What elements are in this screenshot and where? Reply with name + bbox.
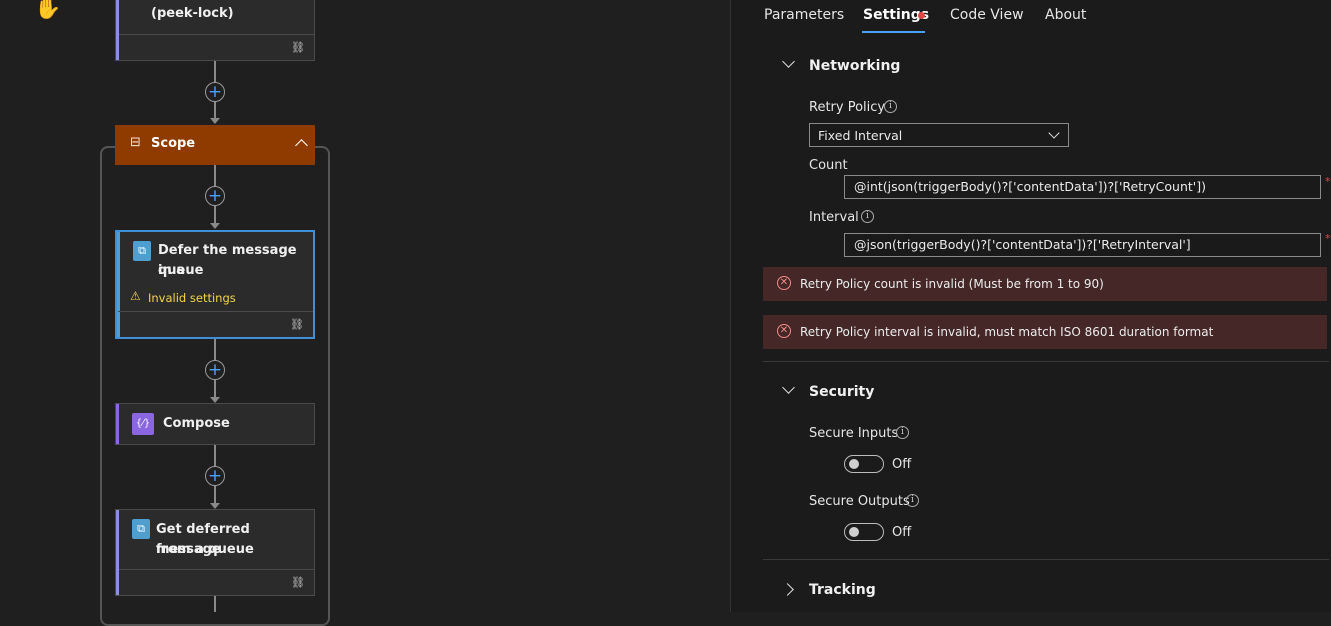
interval-input[interactable]: @json(triggerBody()?['contentData'])?['R… — [844, 233, 1321, 257]
add-step-button[interactable]: + — [205, 186, 225, 206]
interval-required-asterisk: * — [1325, 232, 1331, 245]
count-input[interactable]: @int(json(triggerBody()?['contentData'])… — [844, 175, 1321, 199]
action-card-title-line2: from a queue — [156, 542, 254, 557]
retry-policy-label: Retry Policy — [809, 100, 886, 115]
secure-outputs-state: Off — [892, 525, 912, 540]
service-bus-icon: ⧉ — [132, 519, 150, 539]
secure-inputs-state: Off — [892, 457, 912, 472]
action-card-title: (peek-lock) — [151, 6, 234, 21]
scope-title: Scope — [151, 136, 196, 151]
service-bus-icon: ⧉ — [133, 241, 151, 261]
active-tab-underline — [862, 31, 925, 33]
secure-inputs-toggle[interactable] — [844, 455, 884, 473]
add-step-button[interactable]: + — [205, 466, 225, 486]
collapse-scope-icon[interactable] — [295, 139, 308, 152]
retry-policy-dropdown[interactable]: Fixed Interval — [809, 123, 1069, 147]
error-icon: ✕ — [777, 324, 791, 338]
designer-canvas[interactable]: ✋ (peek-lock) ⛓ + ⊟ Scope + ⧉ Defer the … — [0, 0, 730, 626]
interval-info-icon[interactable]: i — [861, 210, 874, 223]
add-step-button[interactable]: + — [205, 82, 225, 102]
connector-arrow — [210, 118, 220, 124]
security-collapse-chevron-icon[interactable] — [782, 381, 795, 394]
link-icon: ⛓ — [291, 576, 305, 589]
error-message-interval: ✕ Retry Policy interval is invalid, must… — [763, 315, 1327, 349]
hand-cursor-icon: ✋ — [34, 0, 62, 21]
tracking-heading[interactable]: Tracking — [809, 582, 876, 598]
connector-arrow — [210, 223, 220, 229]
error-text: Retry Policy count is invalid (Must be f… — [800, 277, 1104, 291]
networking-heading[interactable]: Networking — [809, 58, 900, 74]
unsaved-indicator-dot — [918, 12, 925, 19]
invalid-settings-text: Invalid settings — [148, 291, 236, 305]
section-divider — [763, 361, 1329, 362]
count-required-asterisk: * — [1325, 175, 1331, 188]
section-divider — [763, 559, 1329, 560]
action-card-get-deferred-message[interactable]: ⧉ Get deferred message from a queue ⛓ — [115, 509, 315, 596]
count-label: Count — [809, 158, 848, 173]
tab-about[interactable]: About — [1045, 7, 1086, 23]
scope-icon: ⊟ — [130, 135, 141, 150]
action-card-footer: ⛓ — [118, 311, 313, 337]
chevron-down-icon — [1048, 127, 1060, 139]
action-card-footer: ⛓ — [119, 34, 314, 60]
error-icon: ✕ — [777, 276, 791, 290]
tab-code-view[interactable]: Code View — [950, 7, 1024, 23]
settings-panel: Parameters Settings Code View About Netw… — [730, 0, 1331, 612]
tab-parameters[interactable]: Parameters — [764, 7, 844, 23]
secure-outputs-info-icon[interactable]: i — [906, 494, 919, 507]
link-icon: ⛓ — [290, 318, 304, 331]
security-heading[interactable]: Security — [809, 384, 874, 400]
action-card-peek-lock[interactable]: (peek-lock) ⛓ — [115, 0, 315, 61]
add-step-button[interactable]: + — [205, 360, 225, 380]
tracking-expand-chevron-icon[interactable] — [781, 583, 794, 596]
networking-collapse-chevron-icon[interactable] — [782, 55, 795, 68]
action-card-footer: ⛓ — [119, 569, 314, 595]
secure-inputs-info-icon[interactable]: i — [896, 426, 909, 439]
action-card-defer-message[interactable]: ⧉ Defer the message in a queue ⚠ Invalid… — [115, 230, 315, 339]
secure-outputs-label: Secure Outputs — [809, 494, 910, 509]
action-card-compose[interactable]: {⁄} Compose — [115, 403, 315, 445]
error-message-count: ✕ Retry Policy count is invalid (Must be… — [763, 267, 1327, 301]
scope-header[interactable]: ⊟ Scope — [115, 125, 315, 165]
retry-policy-value: Fixed Interval — [818, 128, 903, 143]
link-icon: ⛓ — [291, 41, 305, 54]
warning-icon: ⚠ — [130, 289, 141, 303]
connector-line — [214, 596, 216, 612]
retry-policy-info-icon[interactable]: i — [884, 100, 897, 113]
action-card-title-line2: queue — [158, 263, 204, 278]
error-text: Retry Policy interval is invalid, must m… — [800, 325, 1214, 339]
compose-icon: {⁄} — [132, 413, 154, 435]
secure-outputs-toggle[interactable] — [844, 523, 884, 541]
interval-label: Interval — [809, 210, 859, 225]
secure-inputs-label: Secure Inputs — [809, 426, 899, 441]
action-card-title: Compose — [163, 416, 230, 431]
